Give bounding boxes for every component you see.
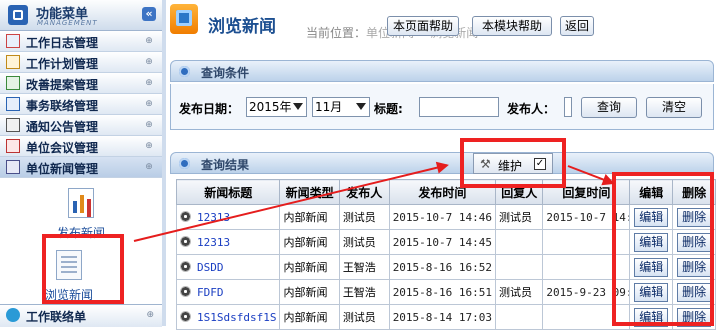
- page-help-button[interactable]: 本页面帮助: [387, 16, 459, 36]
- annotation-box-browse-news: [42, 234, 124, 304]
- chevron-down-icon: [293, 103, 303, 110]
- chevron-down-icon: [356, 103, 366, 110]
- publisher-cell: 测试员: [338, 229, 390, 255]
- sidebar-item-label: 单位会议管理: [26, 141, 99, 155]
- replier-cell: 测试员: [495, 279, 544, 305]
- query-panel-title: 查询条件: [201, 66, 250, 80]
- title-input[interactable]: [419, 97, 499, 117]
- sidebar-item-notice[interactable]: 通知公告管理 ⊕: [0, 115, 162, 136]
- speaker-icon: [180, 310, 191, 322]
- sidebar-item-meeting[interactable]: 单位会议管理 ⊕: [0, 136, 162, 157]
- month-select[interactable]: 11月: [312, 97, 370, 117]
- replier-cell: 测试员: [495, 204, 544, 230]
- back-button[interactable]: 返回: [560, 16, 594, 36]
- publish-time-cell: 2015-10-7 14:46: [388, 204, 497, 230]
- year-select-value: 2015年: [249, 100, 292, 114]
- plan-icon: [6, 55, 20, 69]
- sidebar-item-label: 工作计划管理: [26, 57, 99, 71]
- sidebar-item-label: 工作日志管理: [26, 36, 99, 50]
- expand-icon[interactable]: ⊕: [144, 99, 154, 109]
- news-title[interactable]: 1S1Sdsfdsf1S: [197, 311, 276, 324]
- title-label: 标题:: [374, 102, 403, 116]
- news-title-link[interactable]: 12313: [175, 229, 281, 255]
- expand-icon[interactable]: ⊕: [144, 141, 154, 151]
- news-title-link[interactable]: DSDD: [175, 254, 281, 280]
- publish-time-cell: 2015-8-16 16:51: [388, 279, 497, 305]
- sidebar-subtitle: MANAGEMENT: [37, 19, 98, 27]
- publish-date-label: 发布日期：: [179, 102, 240, 116]
- news-title[interactable]: DSDD: [197, 261, 224, 274]
- news-icon: [6, 160, 20, 174]
- expand-icon[interactable]: ⊕: [144, 78, 154, 88]
- expand-icon[interactable]: ⊕: [144, 162, 154, 172]
- panel-bullet-icon: [179, 66, 190, 77]
- publisher-cell: 王智浩: [338, 279, 390, 305]
- replier-cell: [495, 229, 544, 255]
- annotation-box-actions: [612, 172, 714, 326]
- meeting-icon: [6, 139, 20, 153]
- news-type-cell: 内部新闻: [279, 204, 340, 230]
- page-title: 浏览新闻: [208, 17, 276, 37]
- query-form: 发布日期： 2015年 11月 标题: 发布人： 查询 清空: [170, 84, 714, 130]
- speaker-icon: [180, 235, 191, 247]
- sidebar-item-label: 通知公告管理: [26, 120, 99, 134]
- search-button[interactable]: 查询: [581, 97, 637, 118]
- sidebar-item-label: 改善提案管理: [26, 78, 99, 92]
- module-help-button[interactable]: 本模块帮助: [472, 16, 552, 36]
- news-title-link[interactable]: FDFD: [175, 279, 281, 305]
- sidebar-item-contact[interactable]: 事务联络管理 ⊕: [0, 94, 162, 115]
- breadcrumb-prefix: 当前位置：: [306, 26, 367, 40]
- sidebar-item-label: 单位新闻管理: [26, 162, 99, 176]
- sidebar-header: 功能菜单 MANAGEMENT «: [0, 0, 162, 31]
- publisher-cell: 王智浩: [338, 254, 390, 280]
- news-type-cell: 内部新闻: [279, 279, 340, 305]
- sidebar-menu: 工作日志管理 ⊕ 工作计划管理 ⊕ 改善提案管理 ⊕ 事务联络管理 ⊕ 通知公告…: [0, 31, 162, 178]
- collapse-sidebar-icon[interactable]: «: [142, 7, 156, 21]
- news-type-cell: 内部新闻: [279, 229, 340, 255]
- log-icon: [6, 34, 20, 48]
- clear-button[interactable]: 清空: [646, 97, 702, 118]
- sidebar-item-work-log[interactable]: 工作日志管理 ⊕: [0, 31, 162, 52]
- notice-icon: [6, 118, 20, 132]
- expand-icon[interactable]: ⊕: [144, 120, 154, 130]
- speaker-icon: [180, 260, 191, 272]
- browse-news-page-icon: [170, 4, 198, 34]
- speaker-icon: [180, 285, 191, 297]
- month-select-value: 11月: [315, 100, 343, 114]
- sidebar-item-label: 事务联络管理: [26, 99, 99, 113]
- contact-sheet-icon: [6, 308, 20, 322]
- contact-icon: [6, 97, 20, 111]
- query-panel-header: 查询条件: [170, 60, 714, 82]
- publish-time-cell: 2015-8-16 16:52: [388, 254, 497, 280]
- expand-icon[interactable]: ⊕: [146, 310, 154, 320]
- panel-bullet-icon: [179, 158, 190, 169]
- publish-time-cell: 2015-10-7 14:45: [388, 229, 497, 255]
- year-select[interactable]: 2015年: [246, 97, 307, 117]
- speaker-icon: [180, 210, 191, 222]
- replier-cell: [495, 254, 544, 280]
- sidebar-item-proposal[interactable]: 改善提案管理 ⊕: [0, 73, 162, 94]
- publisher-label: 发布人：: [507, 102, 556, 116]
- col-news-title: 新闻标题: [175, 179, 281, 205]
- sidebar-item-news[interactable]: 单位新闻管理 ⊕: [0, 157, 162, 178]
- news-title[interactable]: FDFD: [197, 286, 224, 299]
- menu-logo-icon: [8, 5, 28, 25]
- news-title[interactable]: 12313: [197, 236, 230, 249]
- publish-news-icon: [68, 188, 94, 218]
- sidebar-item-work-plan[interactable]: 工作计划管理 ⊕: [0, 52, 162, 73]
- sidebar-item-label: 工作联络单: [26, 310, 87, 324]
- proposal-icon: [6, 76, 20, 90]
- expand-icon[interactable]: ⊕: [144, 36, 154, 46]
- publisher-input[interactable]: [564, 97, 572, 117]
- news-type-cell: 内部新闻: [279, 254, 340, 280]
- sidebar-item-contact-sheet[interactable]: 工作联络单 ⊕: [0, 304, 162, 327]
- expand-icon[interactable]: ⊕: [144, 57, 154, 67]
- annotation-box-maintenance: [460, 138, 566, 188]
- results-panel-title: 查询结果: [201, 158, 250, 172]
- publisher-cell: 测试员: [338, 204, 390, 230]
